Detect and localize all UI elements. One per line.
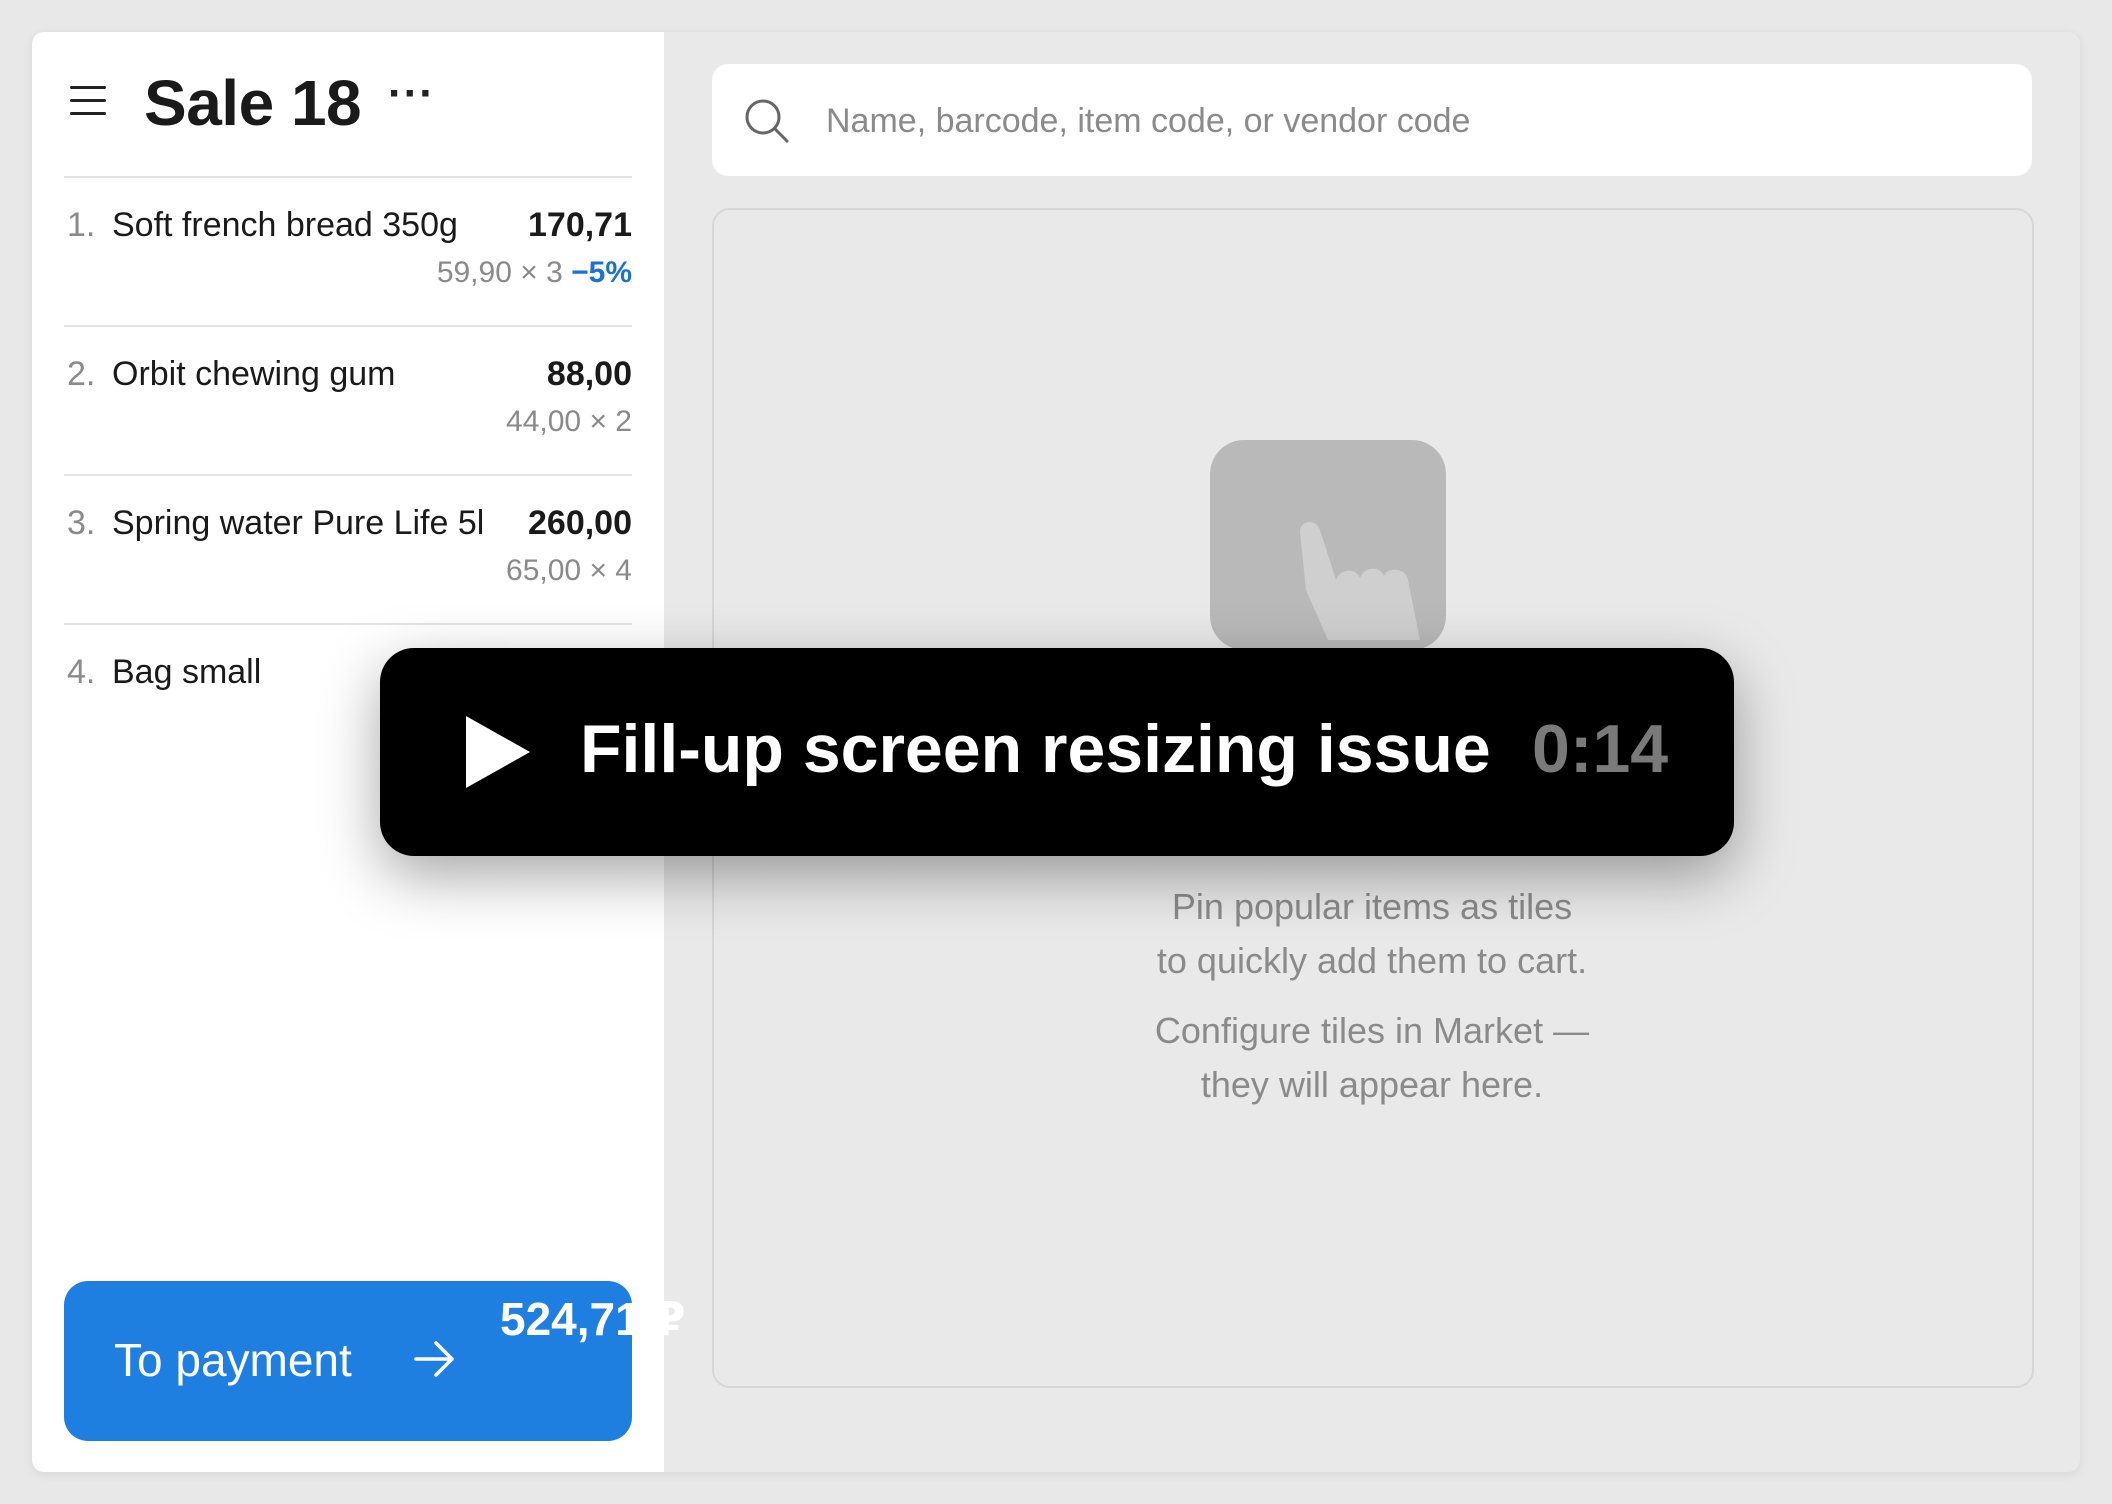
item-detail: 44,00 × 2 [506, 405, 632, 438]
to-payment-label: To payment [114, 1334, 352, 1386]
video-overlay-card[interactable]: Fill-up screen resizing issue 0:14 [380, 648, 1734, 856]
item-detail: 65,00 × 4 [506, 554, 632, 587]
item-name: Bag small [112, 653, 262, 691]
tiles-hint-line: Configure tiles in Market — [1154, 1010, 1590, 1051]
item-discount: −5% [571, 256, 632, 289]
item-name: Soft french bread 350g [112, 206, 458, 244]
tiles-hint-line: Pin popular items as tiles [1171, 886, 1573, 927]
item-name: Spring water Pure Life 5l [112, 504, 485, 542]
more-icon[interactable]: ··· [388, 72, 434, 118]
tiles-hint: Pin popular items as tiles to quickly ad… [712, 880, 2032, 988]
item-number: 4. [67, 653, 96, 691]
cart-item[interactable]: 1. Soft french bread 350g 170,71 59,90 ×… [64, 176, 632, 325]
item-name: Orbit chewing gum [112, 355, 396, 393]
search-input[interactable] [824, 92, 2008, 150]
play-icon[interactable] [462, 712, 534, 792]
item-total: 88,00 [546, 355, 632, 393]
video-duration: 0:14 [1532, 711, 1669, 787]
item-total: 170,71 [528, 206, 632, 244]
video-title: Fill-up screen resizing issue [580, 711, 1491, 787]
sale-title: Sale 18 [144, 67, 362, 139]
item-detail: 59,90 × 3 −5% [437, 256, 632, 290]
payment-total: 524,71 ₽ [500, 1293, 686, 1345]
tiles-hint-line: to quickly add them to cart. [1156, 940, 1588, 981]
item-number: 2. [67, 355, 96, 393]
search-bar [712, 64, 2032, 176]
tiles-hint-line: they will appear here. [1200, 1064, 1544, 1105]
item-number: 3. [67, 504, 96, 542]
tiles-configure-hint: Configure tiles in Market — they will ap… [712, 1004, 2032, 1112]
item-number: 1. [67, 206, 96, 244]
item-total: 260,00 [528, 504, 632, 542]
tile-pointer-icon [1210, 440, 1446, 650]
search-icon [745, 99, 789, 143]
cart-item[interactable]: 3. Spring water Pure Life 5l 260,00 65,0… [64, 474, 632, 623]
arrow-right-icon [414, 1341, 454, 1377]
cart-item[interactable]: 2. Orbit chewing gum 88,00 44,00 × 2 [64, 325, 632, 474]
hamburger-icon[interactable] [70, 86, 106, 116]
item-price-qty: 59,90 × 3 [436, 256, 563, 289]
